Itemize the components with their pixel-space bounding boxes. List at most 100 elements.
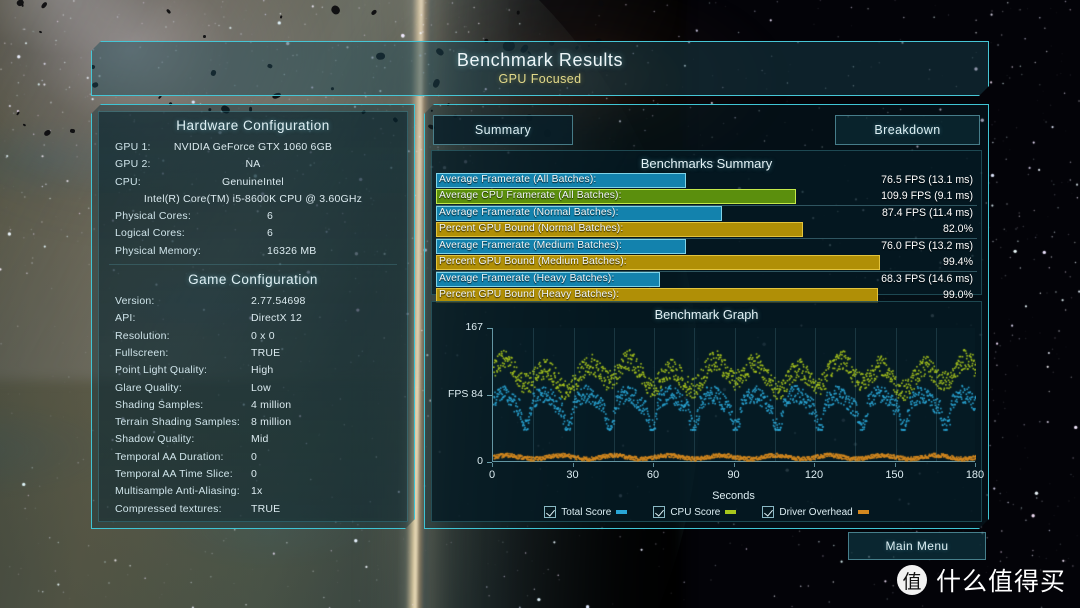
benchmark-bar-row: Average Framerate (Heavy Batches): 68.3 F…	[436, 272, 977, 287]
game-key: Shading Samples:	[115, 398, 204, 411]
watermark-text: 什么值得买	[935, 567, 1066, 596]
hardware-value: NVIDIA GeForce GTX 1060 6GB	[173, 141, 333, 153]
benchmarks-summary-box: Benchmarks Summary Average Framerate (Al…	[431, 150, 982, 295]
benchmark-bar-row: Average Framerate (Medium Batches): 76.0 …	[436, 239, 977, 254]
game-row: Terrain Shading Samples: 8 million	[99, 415, 407, 432]
plot-gridline	[694, 328, 695, 461]
plot-gridline	[533, 328, 534, 461]
x-axis-tick	[975, 463, 976, 467]
plot-gridline	[815, 328, 816, 461]
game-row: Temporal AA Duration: 0	[99, 450, 407, 467]
benchmark-bar-label: Percent GPU Bound (Medium Batches):	[439, 256, 627, 267]
hardware-value: 16326 MB	[267, 244, 317, 257]
benchmark-bar-list: Average Framerate (All Batches): 76.5 FPS…	[436, 173, 977, 304]
page-subtitle: GPU Focused	[498, 72, 582, 86]
game-value: TRUE	[251, 502, 281, 515]
benchmarks-summary-title: Benchmarks Summary	[640, 156, 773, 171]
legend-color-swatch	[725, 510, 736, 514]
benchmark-bar-value: 109.9 FPS (9.1 ms)	[881, 190, 973, 202]
configuration-panel: Hardware Configuration GPU 1: NVIDIA GeFo…	[91, 104, 415, 529]
watermark-logo-icon: 值	[896, 565, 927, 595]
legend-checkbox-icon[interactable]	[653, 506, 665, 518]
hardware-row: GPU 1: NVIDIA GeForce GTX 1060 6GB	[99, 140, 407, 157]
tab-summary[interactable]: Summary	[433, 115, 573, 145]
benchmark-bar-label: Average Framerate (All Batches):	[439, 174, 597, 185]
x-axis-tick	[653, 463, 654, 467]
hardware-row: Intel(R) Core(TM) i5-8600K CPU @ 3.60GHz	[99, 192, 407, 209]
legend-item[interactable]: Total Score	[544, 506, 627, 518]
plot-gridline	[614, 328, 615, 461]
legend-color-swatch	[858, 510, 869, 514]
game-value: 0	[251, 468, 258, 481]
debris-rock	[597, 0, 604, 7]
benchmark-bar-label: Percent GPU Bound (Heavy Batches):	[439, 289, 620, 300]
tab-summary-label: Summary	[474, 123, 532, 137]
y-axis-tick-label: 167	[465, 321, 483, 333]
game-value: Mid	[251, 433, 269, 446]
x-axis-tick	[573, 463, 574, 467]
plot-gridline	[654, 328, 655, 461]
configuration-panel-inner: Hardware Configuration GPU 1: NVIDIA GeFo…	[98, 111, 408, 522]
x-axis-tick	[492, 463, 493, 467]
legend-item[interactable]: Driver Overhead	[762, 506, 868, 518]
game-value: 8 million	[251, 416, 292, 429]
legend-label: CPU Score	[670, 506, 721, 518]
benchmark-bar-row: Average Framerate (All Batches): 76.5 FPS…	[436, 173, 977, 188]
game-key: Shadow Quality:	[115, 433, 195, 446]
hardware-value: GenuineIntel	[222, 175, 284, 188]
benchmark-bar-label: Average Framerate (Medium Batches):	[439, 240, 623, 251]
hardware-value: 6	[267, 227, 274, 240]
legend-item[interactable]: CPU Score	[653, 506, 736, 518]
legend-label: Total Score	[561, 506, 612, 518]
x-axis-tick-label: 150	[885, 469, 904, 481]
y-axis-tick-label: 0	[477, 455, 483, 467]
tab-breakdown[interactable]: Breakdown	[835, 115, 980, 145]
game-row: Version: 2.77.54698	[99, 294, 407, 311]
benchmark-bar-row: Average CPU Framerate (All Batches): 109.…	[436, 189, 977, 204]
plot-gridline	[936, 328, 937, 461]
benchmark-bar-row: Average Framerate (Normal Batches): 87.4 …	[436, 206, 977, 221]
x-axis-tick-label: 60	[646, 469, 660, 481]
x-axis-title: Seconds	[712, 490, 755, 502]
legend-checkbox-icon[interactable]	[544, 506, 556, 518]
benchmark-bar-value: 87.4 FPS (11.4 ms)	[881, 207, 973, 219]
y-axis-tick	[487, 328, 492, 329]
hardware-row: Physical Memory: 16326 MB	[99, 244, 407, 261]
hardware-row: Logical Cores: 6	[99, 226, 407, 243]
game-row: Resolution: 0 x 0	[99, 329, 407, 346]
game-value: 2.77.54698	[251, 295, 306, 308]
legend-checkbox-icon[interactable]	[762, 506, 774, 518]
benchmark-bar-label: Percent GPU Bound (Normal Batches):	[439, 223, 624, 234]
game-key: Fullscreen:	[115, 346, 169, 359]
game-key: Temporal AA Time Slice:	[115, 468, 233, 481]
benchmark-bar-label: Average CPU Framerate (All Batches):	[439, 190, 622, 201]
page-title: Benchmark Results	[456, 50, 624, 70]
game-row: Point Light Quality: High	[99, 363, 407, 380]
hardware-value: Intel(R) Core(TM) i5-8600K CPU @ 3.60GHz	[143, 192, 363, 205]
hardware-row: GPU 2: NA	[99, 157, 407, 174]
game-value: DirectX 12	[251, 312, 303, 325]
game-value: 4 million	[251, 398, 292, 411]
section-divider	[109, 264, 397, 265]
hardware-value: NA	[245, 158, 261, 171]
plot-gridline	[896, 328, 897, 461]
benchmark-bar-value: 82.0%	[942, 223, 973, 235]
hardware-row: Physical Cores: 6	[99, 209, 407, 226]
game-key: API:	[115, 312, 136, 325]
main-menu-button[interactable]: Main Menu	[848, 532, 986, 560]
y-axis-tick	[487, 395, 492, 396]
game-value: 0 x 0	[251, 329, 275, 342]
hardware-key: Physical Memory:	[115, 244, 202, 257]
benchmark-bar-row: Percent GPU Bound (Medium Batches): 99.4%	[436, 255, 977, 270]
benchmark-plot-area	[492, 328, 975, 462]
chart-legend: Total Score CPU Score Driver Overhead	[432, 506, 981, 518]
benchmark-bar-value: 76.0 FPS (13.2 ms)	[881, 240, 973, 252]
benchmark-bar-value: 99.0%	[942, 289, 973, 301]
game-key: Compressed textures:	[115, 502, 222, 515]
benchmark-graph-title: Benchmark Graph	[654, 307, 759, 322]
game-value: 0	[251, 450, 258, 463]
benchmark-graph-box: Benchmark Graph 0 FPS 84 167 0 30 60 90 120 150…	[431, 301, 982, 522]
game-key: Version:	[115, 295, 155, 308]
game-configuration-title: Game Configuration	[188, 272, 318, 288]
hardware-value: 6	[267, 210, 274, 223]
